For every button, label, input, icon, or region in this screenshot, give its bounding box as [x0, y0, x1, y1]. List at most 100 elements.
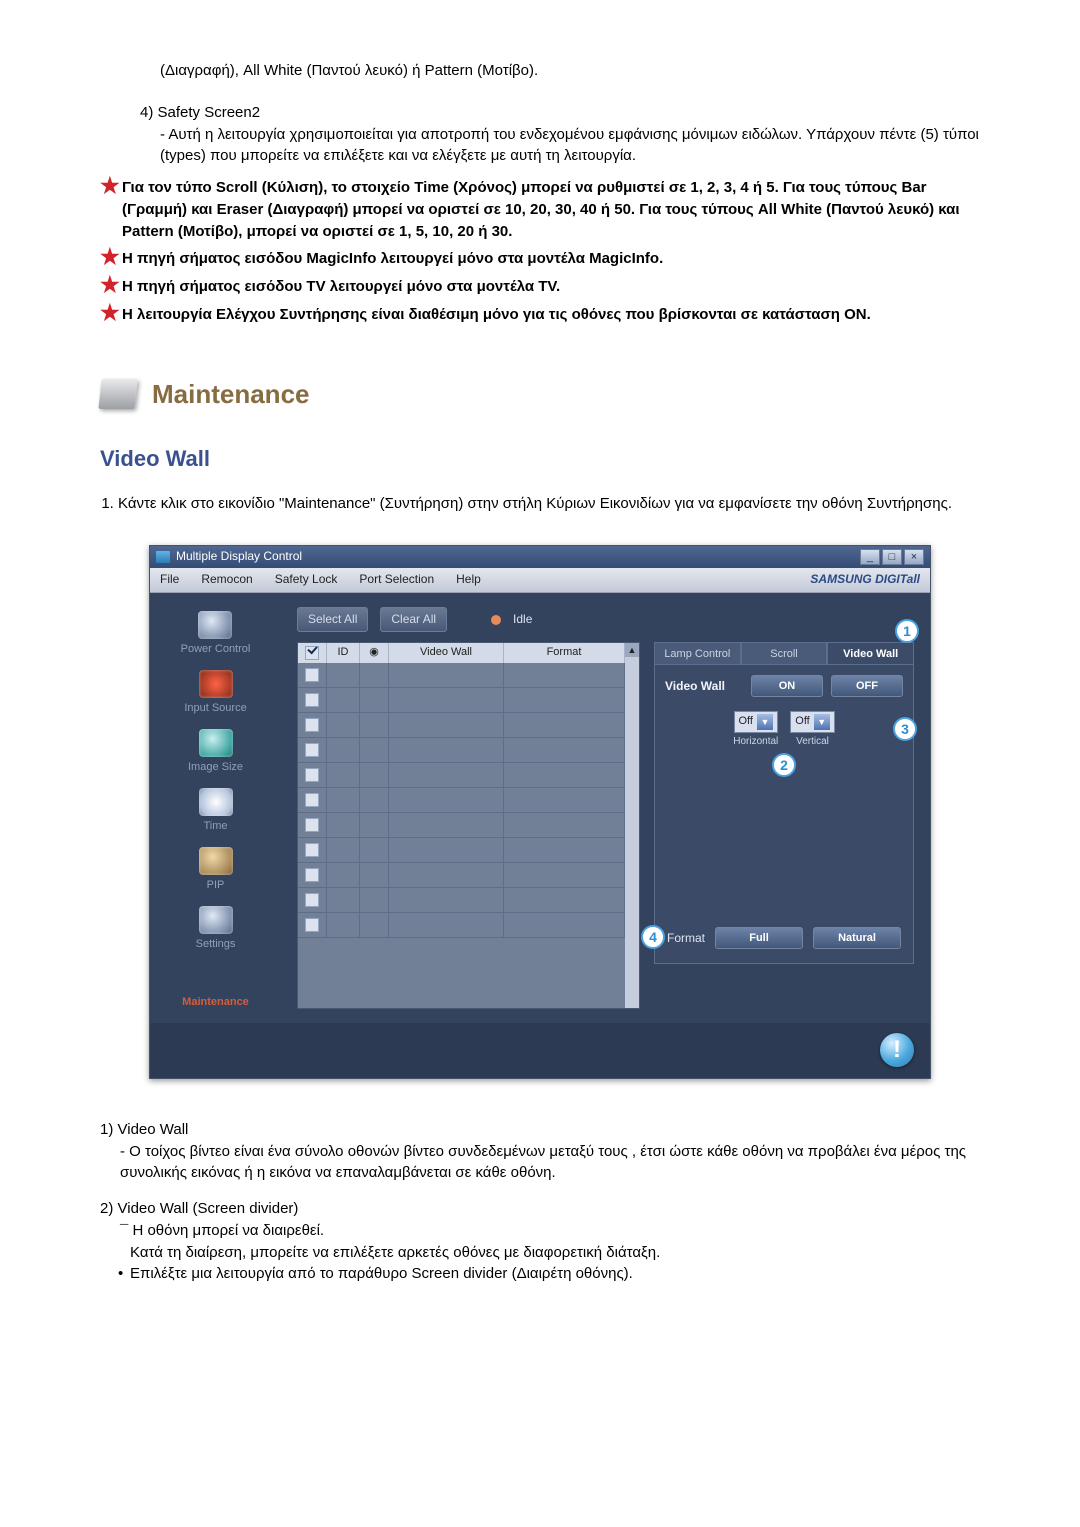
safety-title: Safety Screen2 — [158, 104, 261, 121]
table-row[interactable] — [298, 863, 625, 888]
checkbox-all[interactable] — [305, 646, 319, 660]
star-icon: ★ — [100, 304, 120, 322]
maximize-button[interactable]: □ — [882, 549, 902, 565]
app-icon — [156, 551, 170, 563]
table-body — [298, 663, 625, 1008]
star-note-4: Η λειτουργία Ελέγχου Συντήρησης είναι δι… — [122, 306, 871, 323]
tab-lamp-control[interactable]: Lamp Control — [654, 642, 741, 664]
video-wall-panel: Video Wall ON OFF 3 Off▼ Horizontal — [654, 664, 914, 964]
menu-help[interactable]: Help — [456, 571, 481, 588]
step-1: Κάντε κλικ στο εικονίδιο "Maintenance" (… — [118, 493, 980, 515]
row-checkbox[interactable] — [305, 668, 319, 682]
sidebar-label-pip: PIP — [207, 878, 225, 894]
format-label: Format — [667, 930, 705, 947]
sidebar-item-power[interactable]: Power Control — [181, 611, 251, 658]
safety-heading: 4) Safety Screen2 — [100, 102, 980, 124]
col-format: Format — [504, 643, 625, 663]
star-icon: ★ — [100, 248, 120, 266]
scrollbar[interactable]: ▲ — [625, 643, 639, 1008]
row-checkbox[interactable] — [305, 718, 319, 732]
maintenance-heading: Maintenance — [152, 376, 310, 414]
menu-remocon[interactable]: Remocon — [201, 571, 252, 588]
def-2-bullet: Επιλέξτε μια λειτουργία από το παράθυρο … — [100, 1263, 980, 1285]
safety-body: - Αυτή η λειτουργία χρησιμοποιείται για … — [100, 124, 980, 168]
input-source-icon — [199, 670, 233, 698]
clear-all-button[interactable]: Clear All — [380, 607, 447, 632]
titlebar: Multiple Display Control _ □ × — [150, 546, 930, 568]
star-icon: ★ — [100, 276, 120, 294]
sidebar-item-input[interactable]: Input Source — [184, 670, 246, 717]
intro-text: (Διαγραφή), All White (Παντού λευκό) ή P… — [100, 60, 980, 82]
def-2-heading: 2) Video Wall (Screen divider) — [100, 1198, 980, 1220]
video-wall-on-button[interactable]: ON — [751, 675, 823, 697]
menu-file[interactable]: File — [160, 571, 179, 588]
chevron-down-icon: ▼ — [814, 714, 830, 730]
star-note-1: Για τον τύπο Scroll (Κύλιση), το στοιχεί… — [122, 179, 960, 240]
horizontal-label: Horizontal — [733, 735, 778, 750]
row-checkbox[interactable] — [305, 843, 319, 857]
row-checkbox[interactable] — [305, 918, 319, 932]
tab-scroll[interactable]: Scroll — [741, 642, 828, 664]
table-row[interactable] — [298, 713, 625, 738]
star-note-2: Η πηγή σήματος εισόδου MagicInfo λειτουρ… — [122, 250, 663, 267]
row-checkbox[interactable] — [305, 818, 319, 832]
tab-video-wall[interactable]: Video Wall 1 — [827, 642, 914, 664]
idle-indicator-icon — [491, 615, 501, 625]
row-checkbox[interactable] — [305, 868, 319, 882]
col-videowall: Video Wall — [389, 643, 504, 663]
format-full-button[interactable]: Full — [715, 927, 803, 949]
def-2-line-2: Κατά τη διαίρεση, μπορείτε να επιλέξετε … — [100, 1242, 980, 1264]
idle-label: Idle — [513, 611, 532, 628]
select-all-button[interactable]: Select All — [297, 607, 368, 632]
menu-port-selection[interactable]: Port Selection — [359, 571, 434, 588]
window-title: Multiple Display Control — [176, 548, 854, 565]
settings-icon — [199, 906, 233, 934]
row-checkbox[interactable] — [305, 893, 319, 907]
sidebar-item-image[interactable]: Image Size — [188, 729, 243, 776]
callout-4: 4 — [641, 925, 665, 949]
horizontal-value: Off — [739, 714, 753, 730]
video-wall-off-button[interactable]: OFF — [831, 675, 903, 697]
table-row[interactable] — [298, 763, 625, 788]
tab-video-wall-label: Video Wall — [843, 648, 898, 660]
col-checkbox — [298, 643, 327, 663]
table-row[interactable] — [298, 688, 625, 713]
table-row[interactable] — [298, 788, 625, 813]
table-row[interactable] — [298, 813, 625, 838]
sidebar-item-time[interactable]: Time — [199, 788, 233, 835]
video-wall-label: Video Wall — [665, 678, 743, 695]
minimize-button[interactable]: _ — [860, 549, 880, 565]
table-row[interactable] — [298, 888, 625, 913]
star-icon: ★ — [100, 177, 120, 195]
table-row[interactable] — [298, 663, 625, 688]
horizontal-dropdown[interactable]: Off ▼ — [734, 711, 778, 733]
callout-1: 1 — [895, 619, 919, 643]
table-row[interactable] — [298, 838, 625, 863]
table-row[interactable] — [298, 738, 625, 763]
def-1-heading: 1) Video Wall — [100, 1119, 980, 1141]
vertical-dropdown[interactable]: Off▼ — [790, 711, 834, 733]
sidebar-label-input: Input Source — [184, 701, 246, 717]
star-note-3: Η πηγή σήματος εισόδου TV λειτουργεί μόν… — [122, 278, 560, 295]
power-icon — [198, 611, 232, 639]
def-2-line-1: ¯ Η οθόνη μπορεί να διαιρεθεί. — [100, 1220, 980, 1242]
maintenance-icon — [98, 379, 137, 409]
format-natural-button[interactable]: Natural — [813, 927, 901, 949]
row-checkbox[interactable] — [305, 693, 319, 707]
sidebar-item-maintenance[interactable]: Maintenance — [182, 995, 249, 1011]
row-checkbox[interactable] — [305, 768, 319, 782]
scroll-up-icon[interactable]: ▲ — [625, 643, 639, 657]
table-row[interactable] — [298, 913, 625, 938]
row-checkbox[interactable] — [305, 743, 319, 757]
sidebar-label-time: Time — [203, 819, 227, 835]
def-1-text: - Ο τοίχος βίντεο είναι ένα σύνολο οθονώ… — [100, 1141, 980, 1185]
chevron-down-icon: ▼ — [757, 714, 773, 730]
sidebar-item-settings[interactable]: Settings — [196, 906, 236, 953]
close-button[interactable]: × — [904, 549, 924, 565]
image-size-icon — [199, 729, 233, 757]
info-icon[interactable]: ! — [880, 1033, 914, 1067]
sidebar-item-pip[interactable]: PIP — [199, 847, 233, 894]
sidebar-label-settings: Settings — [196, 937, 236, 953]
row-checkbox[interactable] — [305, 793, 319, 807]
menu-safety-lock[interactable]: Safety Lock — [275, 571, 338, 588]
